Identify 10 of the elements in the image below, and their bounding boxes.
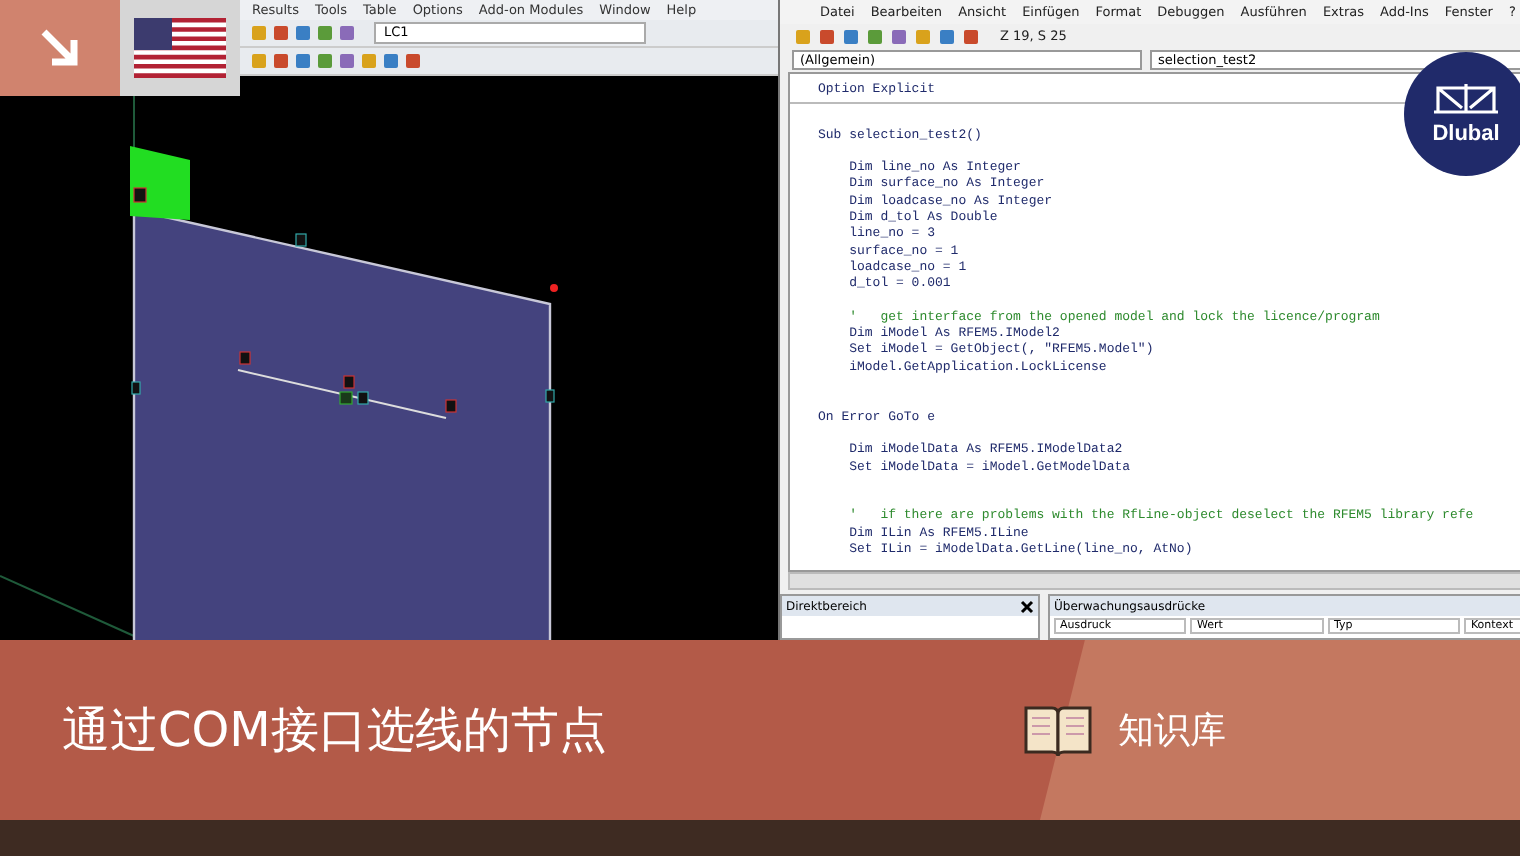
- arrow-icon: [36, 24, 84, 72]
- flag-icon: [134, 18, 226, 78]
- logo-text: Dlubal: [1432, 122, 1500, 146]
- category-label: 知识库: [1118, 708, 1226, 754]
- flag-tile[interactable]: [120, 0, 240, 96]
- video-title: 通过COM接口选线的节点: [62, 700, 609, 762]
- code-editor[interactable]: [788, 72, 1520, 572]
- horizontal-scrollbar[interactable]: [788, 572, 1520, 590]
- close-icon[interactable]: [1020, 599, 1034, 613]
- bridge-icon: [1432, 82, 1500, 114]
